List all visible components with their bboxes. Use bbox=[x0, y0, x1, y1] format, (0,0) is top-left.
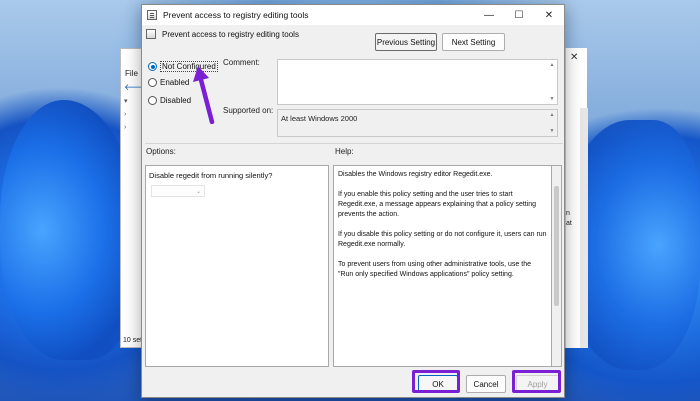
minimize-button[interactable]: — bbox=[474, 5, 504, 25]
section-divider bbox=[145, 143, 563, 144]
scroll-thumb[interactable] bbox=[554, 186, 559, 306]
scroll-up-icon[interactable]: ▲ bbox=[549, 62, 555, 68]
close-button[interactable]: ✕ bbox=[534, 5, 564, 25]
annotation-arrow-icon bbox=[193, 66, 215, 124]
background-scrollbar[interactable] bbox=[580, 108, 588, 348]
background-text-fragment: at bbox=[566, 220, 572, 227]
help-paragraph: To prevent users from using other admini… bbox=[338, 261, 531, 278]
help-paragraph: If you disable this policy setting or do… bbox=[338, 231, 547, 248]
scroll-up-icon[interactable]: ▲ bbox=[549, 112, 555, 118]
scroll-down-icon[interactable]: ▼ bbox=[549, 128, 555, 134]
chevron-down-icon: ⌄ bbox=[195, 189, 201, 195]
help-label: Help: bbox=[335, 147, 354, 156]
help-pane: Disables the Windows registry editor Reg… bbox=[333, 165, 552, 367]
cancel-button[interactable]: Cancel bbox=[466, 375, 506, 393]
radio-circle[interactable] bbox=[148, 62, 157, 71]
scroll-down-icon[interactable]: ▼ bbox=[549, 96, 555, 102]
help-paragraph: If you enable this policy setting and th… bbox=[338, 191, 537, 218]
dialog-title: Prevent access to registry editing tools bbox=[163, 10, 309, 20]
help-paragraph: Disables the Windows registry editor Reg… bbox=[338, 171, 493, 178]
back-arrow-icon[interactable]: 🡐 bbox=[124, 82, 148, 92]
background-text-fragment: n bbox=[566, 210, 570, 217]
supported-on-box: At least Windows 2000 ▲ ▼ bbox=[277, 109, 558, 137]
supported-on-label: Supported on: bbox=[223, 106, 274, 115]
policy-name: Prevent access to registry editing tools bbox=[162, 29, 299, 39]
dialog-titlebar[interactable]: Prevent access to registry editing tools… bbox=[142, 5, 564, 25]
radio-disabled[interactable]: Disabled bbox=[148, 96, 191, 105]
help-scrollbar[interactable] bbox=[552, 165, 562, 367]
close-icon[interactable]: ✕ bbox=[570, 52, 578, 63]
radio-circle[interactable] bbox=[148, 78, 157, 87]
comment-textarea[interactable]: ▲ ▼ bbox=[277, 59, 558, 105]
maximize-button[interactable]: ☐ bbox=[504, 5, 534, 25]
option-dropdown[interactable]: ⌄ bbox=[151, 185, 205, 197]
option-question: Disable regedit from running silently? bbox=[149, 171, 273, 180]
apply-button[interactable]: Apply bbox=[516, 375, 559, 393]
radio-label: Enabled bbox=[160, 78, 190, 87]
next-setting-button[interactable]: Next Setting bbox=[442, 33, 505, 51]
policy-setting-icon bbox=[146, 29, 156, 39]
supported-on-value: At least Windows 2000 bbox=[281, 114, 358, 123]
background-right-panel: ✕ n at bbox=[565, 48, 588, 348]
ok-button[interactable]: OK bbox=[418, 375, 458, 393]
options-label: Options: bbox=[146, 147, 176, 156]
radio-label: Disabled bbox=[160, 96, 192, 105]
policy-app-icon bbox=[147, 10, 157, 20]
previous-setting-button[interactable]: Previous Setting bbox=[375, 33, 437, 51]
radio-enabled[interactable]: Enabled bbox=[148, 78, 189, 87]
background-menu-file[interactable]: File bbox=[125, 69, 138, 78]
options-pane: Disable regedit from running silently? ⌄ bbox=[145, 165, 329, 367]
radio-circle[interactable] bbox=[148, 96, 157, 105]
